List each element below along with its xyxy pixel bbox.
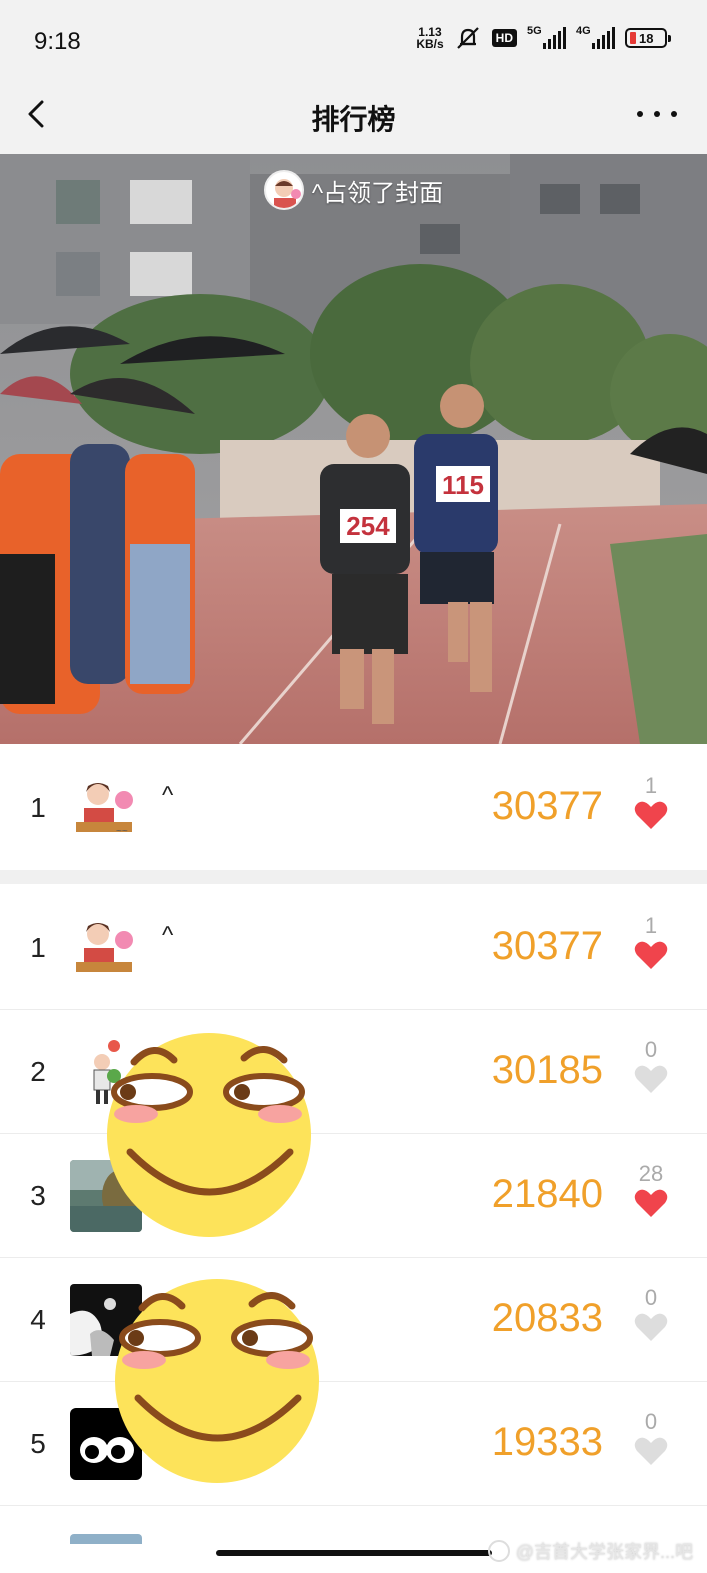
score: 30377 (491, 924, 603, 968)
rank-number: 2 (30, 1056, 46, 1087)
score: 19333 (491, 1420, 603, 1464)
status-bar: 9:18 1.13 KB/s HD 5G 4G 18 (0, 0, 707, 80)
leader-name: ^ (162, 782, 174, 809)
likes[interactable]: 1 (633, 914, 669, 970)
svg-text:~~: ~~ (116, 826, 128, 837)
status-icons: 1.13 KB/s HD 5G 4G 18 (416, 25, 671, 50)
battery-icon: 18 (625, 28, 671, 48)
like-count: 0 (644, 1409, 658, 1434)
heart-outline-icon[interactable] (634, 1436, 668, 1466)
avatar[interactable] (70, 912, 142, 984)
mute-bell-icon (456, 27, 479, 49)
battery-level: 18 (639, 30, 654, 46)
leader-likes[interactable]: 1 (633, 774, 669, 830)
likes[interactable]: 0 (633, 1286, 669, 1342)
heart-outline-icon[interactable] (634, 1064, 668, 1094)
score: 30185 (491, 1048, 603, 1092)
score: 21840 (491, 1172, 603, 1216)
rank-number: 3 (30, 1180, 46, 1211)
ranking-row-1[interactable]: 1 ^ 30377 1 (0, 886, 707, 1010)
home-indicator[interactable] (216, 1550, 492, 1556)
signal-5g-icon: 5G (527, 25, 566, 49)
signal-4g-label: 4G (576, 25, 591, 37)
cover-caption: ^占领了封面 (0, 170, 707, 210)
smirk-emoji-sticker-2 (115, 1279, 319, 1483)
user-name: ^ (162, 922, 174, 949)
rank-number: 4 (30, 1304, 46, 1335)
watermark-text: @吉首大学张家界...吧 (515, 1542, 693, 1562)
leader-row[interactable]: 1 ~~ ^ 30377 1 (0, 746, 707, 870)
watermark: @吉首大学张家界...吧 (487, 1538, 693, 1564)
hd-badge: HD (491, 29, 517, 47)
cover-caption-text: ^占领了封面 (311, 179, 444, 207)
rank-number: 5 (30, 1428, 46, 1459)
likes[interactable]: 0 (633, 1038, 669, 1094)
like-count: 1 (644, 913, 658, 938)
signal-4g-icon: 4G (576, 25, 615, 49)
section-separator (0, 870, 707, 884)
like-count: 0 (644, 1037, 658, 1062)
bib-number-left: 254 (346, 511, 390, 541)
rank-number: 1 (30, 932, 46, 963)
cover-owner-avatar[interactable] (263, 170, 304, 210)
status-time: 9:18 (34, 28, 81, 55)
smirk-emoji-sticker-1 (107, 1033, 311, 1237)
avatar[interactable] (70, 1534, 142, 1544)
avatar[interactable]: ~~ (70, 772, 142, 844)
like-count: 1 (644, 773, 658, 798)
leader-rank: 1 (30, 792, 46, 823)
network-speed: 1.13 KB/s (416, 26, 443, 50)
heart-filled-icon[interactable] (634, 800, 668, 830)
tieba-logo-icon (487, 1540, 510, 1562)
likes[interactable]: 0 (633, 1410, 669, 1466)
more-options-icon[interactable] (637, 104, 677, 124)
heart-filled-icon[interactable] (634, 940, 668, 970)
like-count: 28 (638, 1161, 664, 1186)
cover-image[interactable]: 254 115 ^占领了封面 (0, 154, 707, 744)
likes[interactable]: 28 (633, 1162, 669, 1218)
net-speed-unit: KB/s (416, 37, 444, 51)
like-count: 0 (644, 1285, 658, 1310)
leader-score: 30377 (491, 784, 603, 828)
ranking-row-4[interactable]: 4 20833 0 (0, 1258, 707, 1382)
score: 20833 (491, 1296, 603, 1340)
ranking-row-5[interactable]: 5 19333 0 (0, 1382, 707, 1506)
bib-number-right: 115 (442, 470, 484, 500)
signal-5g-label: 5G (527, 25, 542, 37)
page-title: 排行榜 (311, 104, 396, 135)
cover-photo: 254 115 (0, 154, 707, 744)
heart-outline-icon[interactable] (634, 1312, 668, 1342)
nav-bar: 排行榜 (0, 80, 707, 154)
heart-filled-icon[interactable] (634, 1188, 668, 1218)
